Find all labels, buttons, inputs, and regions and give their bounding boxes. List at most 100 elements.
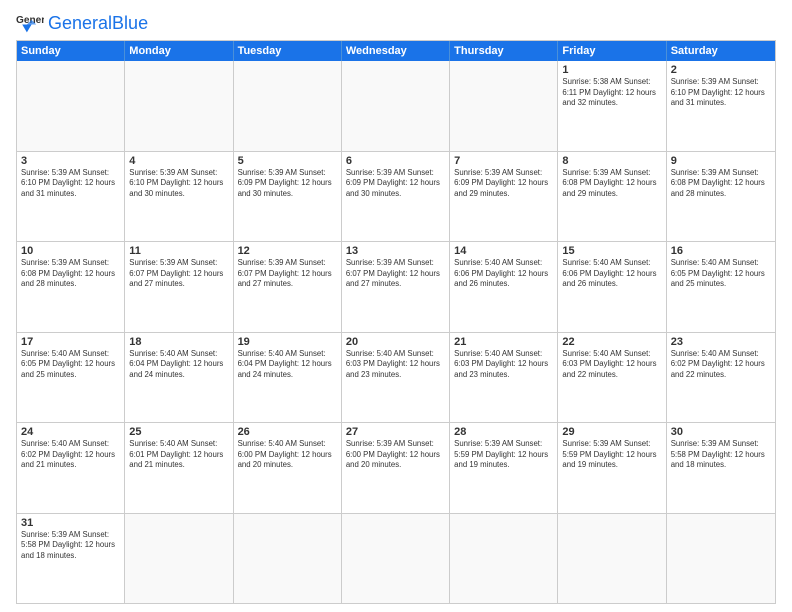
calendar-cell: 13Sunrise: 5:39 AM Sunset: 6:07 PM Dayli… <box>342 242 450 332</box>
calendar-cell <box>450 514 558 604</box>
day-info: Sunrise: 5:40 AM Sunset: 6:03 PM Dayligh… <box>562 349 661 381</box>
day-info: Sunrise: 5:40 AM Sunset: 6:03 PM Dayligh… <box>346 349 445 381</box>
day-number: 20 <box>346 336 445 348</box>
calendar-cell: 31Sunrise: 5:39 AM Sunset: 5:58 PM Dayli… <box>17 514 125 604</box>
calendar-cell <box>342 61 450 151</box>
calendar-cell: 11Sunrise: 5:39 AM Sunset: 6:07 PM Dayli… <box>125 242 233 332</box>
day-number: 9 <box>671 155 771 167</box>
day-info: Sunrise: 5:39 AM Sunset: 6:09 PM Dayligh… <box>454 168 553 200</box>
calendar-cell <box>234 514 342 604</box>
day-number: 26 <box>238 426 337 438</box>
day-info: Sunrise: 5:39 AM Sunset: 5:58 PM Dayligh… <box>671 439 771 471</box>
day-number: 18 <box>129 336 228 348</box>
day-number: 31 <box>21 517 120 529</box>
calendar-row: 10Sunrise: 5:39 AM Sunset: 6:08 PM Dayli… <box>17 242 775 333</box>
cal-header-day: Wednesday <box>342 41 450 61</box>
calendar-cell <box>667 514 775 604</box>
calendar-cell: 21Sunrise: 5:40 AM Sunset: 6:03 PM Dayli… <box>450 333 558 423</box>
day-info: Sunrise: 5:40 AM Sunset: 6:04 PM Dayligh… <box>129 349 228 381</box>
day-number: 3 <box>21 155 120 167</box>
cal-header-day: Sunday <box>17 41 125 61</box>
day-number: 7 <box>454 155 553 167</box>
calendar-cell: 30Sunrise: 5:39 AM Sunset: 5:58 PM Dayli… <box>667 423 775 513</box>
day-number: 29 <box>562 426 661 438</box>
day-info: Sunrise: 5:40 AM Sunset: 6:00 PM Dayligh… <box>238 439 337 471</box>
calendar-cell: 18Sunrise: 5:40 AM Sunset: 6:04 PM Dayli… <box>125 333 233 423</box>
day-number: 14 <box>454 245 553 257</box>
calendar-cell: 20Sunrise: 5:40 AM Sunset: 6:03 PM Dayli… <box>342 333 450 423</box>
header: General GeneralBlue <box>16 12 776 34</box>
calendar-cell: 3Sunrise: 5:39 AM Sunset: 6:10 PM Daylig… <box>17 152 125 242</box>
calendar-cell: 4Sunrise: 5:39 AM Sunset: 6:10 PM Daylig… <box>125 152 233 242</box>
cal-header-day: Thursday <box>450 41 558 61</box>
day-number: 15 <box>562 245 661 257</box>
day-number: 21 <box>454 336 553 348</box>
day-info: Sunrise: 5:39 AM Sunset: 6:07 PM Dayligh… <box>129 258 228 290</box>
calendar-cell: 1Sunrise: 5:38 AM Sunset: 6:11 PM Daylig… <box>558 61 666 151</box>
calendar-cell: 22Sunrise: 5:40 AM Sunset: 6:03 PM Dayli… <box>558 333 666 423</box>
day-number: 28 <box>454 426 553 438</box>
calendar-header: SundayMondayTuesdayWednesdayThursdayFrid… <box>17 41 775 61</box>
day-info: Sunrise: 5:40 AM Sunset: 6:02 PM Dayligh… <box>671 349 771 381</box>
cal-header-day: Tuesday <box>234 41 342 61</box>
day-number: 2 <box>671 64 771 76</box>
day-number: 13 <box>346 245 445 257</box>
day-info: Sunrise: 5:40 AM Sunset: 6:02 PM Dayligh… <box>21 439 120 471</box>
day-info: Sunrise: 5:40 AM Sunset: 6:06 PM Dayligh… <box>454 258 553 290</box>
calendar-cell: 8Sunrise: 5:39 AM Sunset: 6:08 PM Daylig… <box>558 152 666 242</box>
day-info: Sunrise: 5:39 AM Sunset: 6:09 PM Dayligh… <box>346 168 445 200</box>
day-info: Sunrise: 5:39 AM Sunset: 6:08 PM Dayligh… <box>562 168 661 200</box>
day-info: Sunrise: 5:38 AM Sunset: 6:11 PM Dayligh… <box>562 77 661 109</box>
calendar-cell <box>17 61 125 151</box>
calendar-cell: 15Sunrise: 5:40 AM Sunset: 6:06 PM Dayli… <box>558 242 666 332</box>
calendar-cell: 29Sunrise: 5:39 AM Sunset: 5:59 PM Dayli… <box>558 423 666 513</box>
calendar-cell: 5Sunrise: 5:39 AM Sunset: 6:09 PM Daylig… <box>234 152 342 242</box>
calendar-cell: 24Sunrise: 5:40 AM Sunset: 6:02 PM Dayli… <box>17 423 125 513</box>
calendar-cell <box>558 514 666 604</box>
calendar-cell: 23Sunrise: 5:40 AM Sunset: 6:02 PM Dayli… <box>667 333 775 423</box>
day-number: 11 <box>129 245 228 257</box>
calendar-cell: 25Sunrise: 5:40 AM Sunset: 6:01 PM Dayli… <box>125 423 233 513</box>
calendar-row: 24Sunrise: 5:40 AM Sunset: 6:02 PM Dayli… <box>17 423 775 514</box>
day-info: Sunrise: 5:39 AM Sunset: 6:08 PM Dayligh… <box>671 168 771 200</box>
day-info: Sunrise: 5:39 AM Sunset: 5:59 PM Dayligh… <box>562 439 661 471</box>
day-info: Sunrise: 5:40 AM Sunset: 6:04 PM Dayligh… <box>238 349 337 381</box>
calendar: SundayMondayTuesdayWednesdayThursdayFrid… <box>16 40 776 604</box>
calendar-cell <box>125 61 233 151</box>
day-number: 17 <box>21 336 120 348</box>
day-number: 10 <box>21 245 120 257</box>
day-info: Sunrise: 5:40 AM Sunset: 6:05 PM Dayligh… <box>21 349 120 381</box>
day-info: Sunrise: 5:39 AM Sunset: 6:00 PM Dayligh… <box>346 439 445 471</box>
day-info: Sunrise: 5:39 AM Sunset: 6:10 PM Dayligh… <box>671 77 771 109</box>
calendar-row: 17Sunrise: 5:40 AM Sunset: 6:05 PM Dayli… <box>17 333 775 424</box>
calendar-body: 1Sunrise: 5:38 AM Sunset: 6:11 PM Daylig… <box>17 61 775 603</box>
calendar-cell <box>125 514 233 604</box>
day-info: Sunrise: 5:39 AM Sunset: 6:07 PM Dayligh… <box>238 258 337 290</box>
calendar-cell: 12Sunrise: 5:39 AM Sunset: 6:07 PM Dayli… <box>234 242 342 332</box>
calendar-cell: 27Sunrise: 5:39 AM Sunset: 6:00 PM Dayli… <box>342 423 450 513</box>
calendar-cell: 26Sunrise: 5:40 AM Sunset: 6:00 PM Dayli… <box>234 423 342 513</box>
day-number: 8 <box>562 155 661 167</box>
day-info: Sunrise: 5:39 AM Sunset: 6:09 PM Dayligh… <box>238 168 337 200</box>
calendar-cell: 17Sunrise: 5:40 AM Sunset: 6:05 PM Dayli… <box>17 333 125 423</box>
day-number: 5 <box>238 155 337 167</box>
calendar-cell: 7Sunrise: 5:39 AM Sunset: 6:09 PM Daylig… <box>450 152 558 242</box>
day-number: 30 <box>671 426 771 438</box>
day-number: 12 <box>238 245 337 257</box>
logo: General GeneralBlue <box>16 12 148 34</box>
day-info: Sunrise: 5:40 AM Sunset: 6:06 PM Dayligh… <box>562 258 661 290</box>
day-info: Sunrise: 5:40 AM Sunset: 6:05 PM Dayligh… <box>671 258 771 290</box>
cal-header-day: Saturday <box>667 41 775 61</box>
day-info: Sunrise: 5:39 AM Sunset: 6:07 PM Dayligh… <box>346 258 445 290</box>
calendar-cell: 28Sunrise: 5:39 AM Sunset: 5:59 PM Dayli… <box>450 423 558 513</box>
day-number: 24 <box>21 426 120 438</box>
day-number: 4 <box>129 155 228 167</box>
day-info: Sunrise: 5:39 AM Sunset: 5:58 PM Dayligh… <box>21 530 120 562</box>
page: General GeneralBlue SundayMondayTuesdayW… <box>0 0 792 612</box>
day-number: 22 <box>562 336 661 348</box>
calendar-cell: 19Sunrise: 5:40 AM Sunset: 6:04 PM Dayli… <box>234 333 342 423</box>
day-info: Sunrise: 5:39 AM Sunset: 5:59 PM Dayligh… <box>454 439 553 471</box>
generalblue-logo-icon: General <box>16 12 44 34</box>
calendar-cell <box>234 61 342 151</box>
calendar-cell <box>450 61 558 151</box>
